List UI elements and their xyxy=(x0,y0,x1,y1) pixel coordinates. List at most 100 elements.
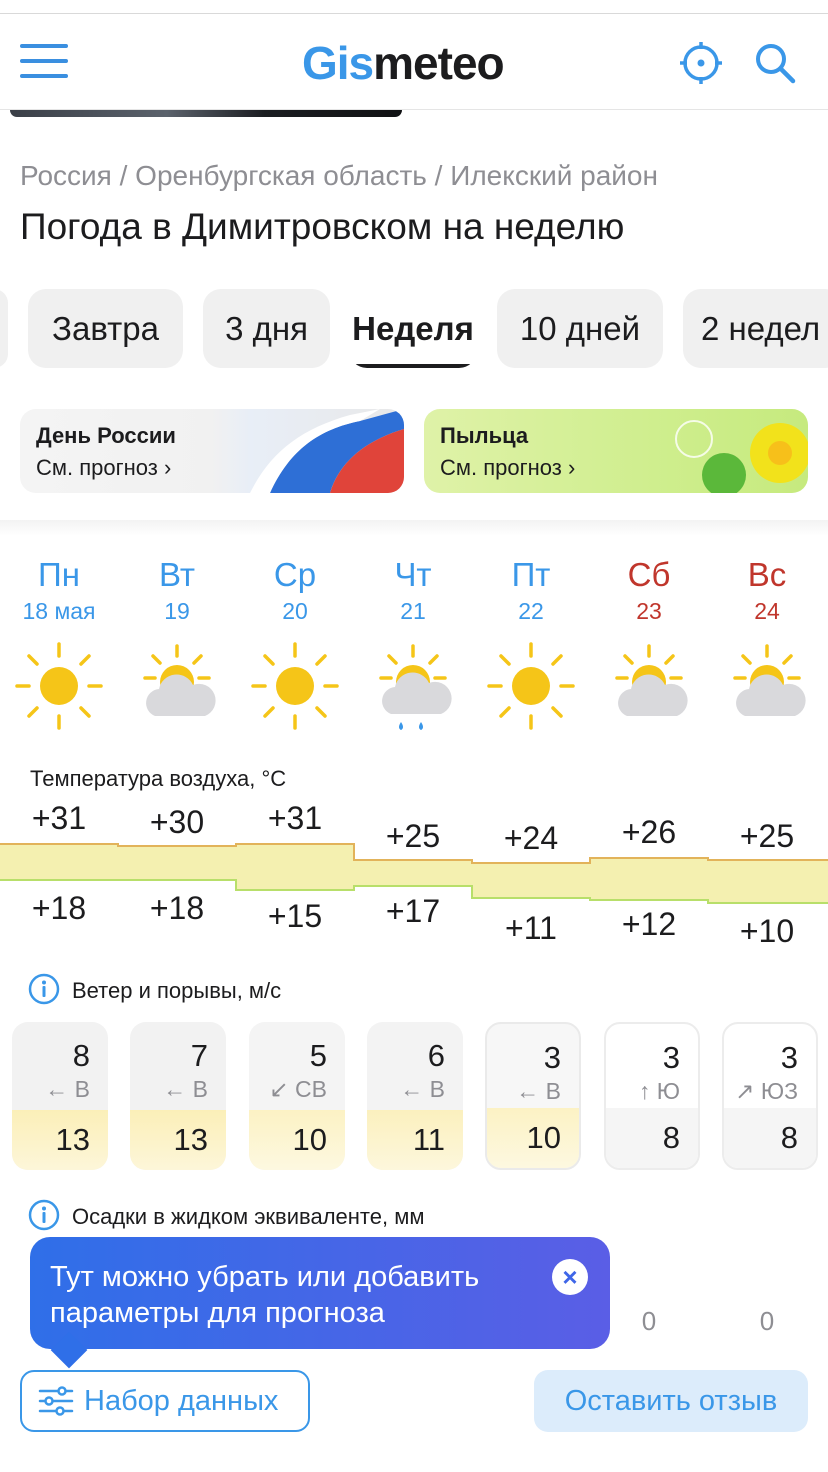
gust-cell: 8 xyxy=(606,1108,698,1168)
temp-max: +30 xyxy=(149,804,205,840)
promo-pollen[interactable]: Пыльца См. прогноз › xyxy=(424,409,808,493)
location-target-icon[interactable] xyxy=(678,40,724,86)
pollen-flower-image xyxy=(675,420,808,493)
sun-icon xyxy=(251,642,339,730)
wind-direction: ↗ ЮЗ xyxy=(735,1078,798,1104)
breadcrumb[interactable]: Россия / Оренбургская область / Илекский… xyxy=(20,160,658,192)
gust-value: 13 xyxy=(173,1122,208,1157)
temp-max: +25 xyxy=(739,818,795,854)
promo-link[interactable]: См. прогноз › xyxy=(440,455,575,481)
wind-card: 3 ↑ Ю 8 xyxy=(604,1022,700,1170)
period-tabs: Завтра 3 дня Неделя 10 дней 2 недел xyxy=(0,289,828,369)
temp-min: +17 xyxy=(385,893,441,929)
data-set-label: Набор данных xyxy=(84,1384,279,1417)
promo-title: Пыльца xyxy=(440,423,529,448)
gust-value: 10 xyxy=(526,1120,561,1155)
wind-speed: 3 xyxy=(543,1040,561,1075)
wind-card: 7 ← В 13 xyxy=(130,1022,226,1170)
info-icon[interactable] xyxy=(28,973,60,1005)
info-icon[interactable] xyxy=(28,1199,60,1231)
wind-direction: ↑ Ю xyxy=(638,1078,680,1104)
search-icon[interactable] xyxy=(752,40,798,86)
wind-direction: ← В xyxy=(516,1078,561,1104)
wind-speed: 5 xyxy=(309,1038,327,1073)
wind-card: 3 ↗ ЮЗ 8 xyxy=(722,1022,818,1170)
temp-min: +18 xyxy=(31,890,87,926)
gismeteo-logo[interactable]: Gismeteo xyxy=(302,36,505,90)
wind-direction: ← В xyxy=(400,1076,445,1102)
gust-value: 13 xyxy=(55,1122,90,1157)
gust-value: 8 xyxy=(780,1120,798,1155)
day-header[interactable]: Чт 21 xyxy=(354,556,472,625)
day-header[interactable]: Ср 20 xyxy=(236,556,354,625)
wind-direction: ↙ СВ xyxy=(269,1076,327,1102)
temp-max: +31 xyxy=(267,800,323,836)
precipitation-value: 0 xyxy=(759,1306,775,1336)
wind-card: 6 ← В 11 xyxy=(367,1022,463,1170)
wind-label: Ветер и порывы, м/с xyxy=(72,978,282,1003)
temp-min: +10 xyxy=(739,913,795,949)
promo-link[interactable]: См. прогноз › xyxy=(36,455,171,481)
gust-cell: 10 xyxy=(487,1108,579,1168)
wind-card: 3 ← В 10 xyxy=(485,1022,581,1170)
sun-icon xyxy=(15,642,103,730)
tab-week[interactable]: Неделя xyxy=(349,289,477,368)
temp-max: +31 xyxy=(31,800,87,836)
section-divider xyxy=(0,520,828,536)
gust-cell: 13 xyxy=(130,1110,226,1170)
wind-direction: ← В xyxy=(45,1076,90,1102)
app-header: Gismeteo xyxy=(0,14,828,110)
gust-value: 11 xyxy=(412,1122,445,1157)
wind-speed: 6 xyxy=(427,1038,445,1073)
temp-min: +15 xyxy=(267,898,323,934)
partly-cloudy-rain-icon xyxy=(379,644,452,730)
wind-speed: 8 xyxy=(72,1038,90,1073)
wind-direction: ← В xyxy=(163,1076,208,1102)
tab-10-days[interactable]: 10 дней xyxy=(497,289,663,368)
wind-card: 8 ← В 13 xyxy=(12,1022,108,1170)
russian-flag-image xyxy=(250,409,404,493)
banner-image-edge xyxy=(10,110,402,117)
bottom-bar: Набор данных Оставить отзыв xyxy=(0,1340,828,1472)
precipitation-label: Осадки в жидком эквиваленте, мм xyxy=(72,1204,425,1229)
temperature-label: Температура воздуха, °C xyxy=(30,766,287,791)
page-title: Погода в Димитровском на неделю xyxy=(20,206,625,247)
data-set-button[interactable]: Набор данных xyxy=(20,1370,310,1432)
partly-cloudy-icon xyxy=(615,644,688,716)
temp-min: +18 xyxy=(149,890,205,926)
tooltip-text: Тут можно убрать или добавить параметры … xyxy=(50,1261,480,1329)
wind-speed: 3 xyxy=(780,1040,798,1075)
wind-speed: 3 xyxy=(662,1040,680,1075)
sliders-icon xyxy=(38,1386,74,1416)
gust-value: 10 xyxy=(292,1122,327,1157)
leave-review-button[interactable]: Оставить отзыв xyxy=(534,1370,808,1432)
temp-max: +24 xyxy=(503,820,559,856)
tab-2-weeks[interactable]: 2 недел xyxy=(683,289,828,368)
temp-min: +11 xyxy=(505,910,557,946)
partly-cloudy-icon xyxy=(143,644,216,716)
temp-min: +12 xyxy=(621,906,677,942)
gust-cell: 8 xyxy=(724,1108,816,1168)
data-settings-tooltip: Тут можно убрать или добавить параметры … xyxy=(30,1237,610,1369)
tab-today[interactable] xyxy=(0,289,8,368)
day-header[interactable]: Вс 24 xyxy=(708,556,826,625)
temp-max: +26 xyxy=(621,814,677,850)
gust-cell: 11 xyxy=(367,1110,463,1170)
tab-3-days[interactable]: 3 дня xyxy=(203,289,330,368)
day-header[interactable]: Пт 22 xyxy=(472,556,590,625)
close-icon[interactable]: × xyxy=(552,1259,588,1295)
gust-value: 8 xyxy=(662,1120,680,1155)
day-header[interactable]: Сб 23 xyxy=(590,556,708,625)
partly-cloudy-icon xyxy=(733,644,806,716)
menu-icon[interactable] xyxy=(20,44,68,78)
gust-cell: 10 xyxy=(249,1110,345,1170)
sun-icon xyxy=(487,642,575,730)
wind-card: 5 ↙ СВ 10 xyxy=(249,1022,345,1170)
gust-cell: 13 xyxy=(12,1110,108,1170)
promo-title: День России xyxy=(36,423,176,448)
day-header[interactable]: Вт 19 xyxy=(118,556,236,625)
tab-tomorrow[interactable]: Завтра xyxy=(28,289,183,368)
promo-russia-day[interactable]: День России См. прогноз › xyxy=(20,409,404,493)
day-header[interactable]: Пн 18 мая xyxy=(0,556,118,625)
wind-speed: 7 xyxy=(190,1038,208,1073)
